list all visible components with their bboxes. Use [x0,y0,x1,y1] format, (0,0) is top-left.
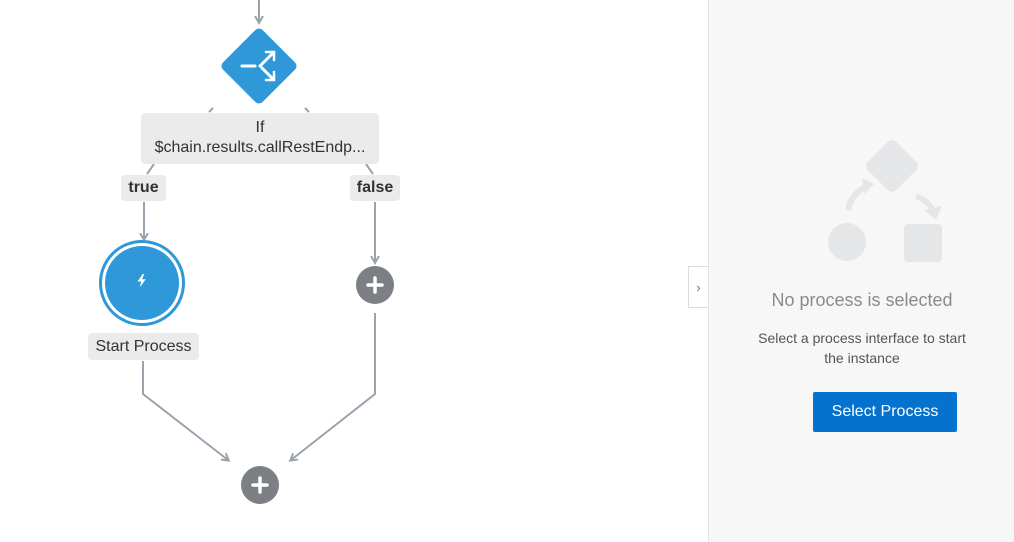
empty-state-title: No process is selected [771,290,953,310]
branch-label-true[interactable]: true [121,175,166,201]
process-panel: No process is selected Select a process … [708,0,1014,542]
branch-label-false[interactable]: false [350,175,400,201]
switch-node[interactable] [219,26,298,105]
add-step-merge-button[interactable] [241,466,279,504]
select-process-button[interactable]: Select Process [813,392,957,432]
connector-if-false [365,163,374,175]
lightning-bolt-icon [137,274,146,288]
connector-diamond-right [304,107,310,113]
flow-canvas: If $chain.results.callRestEndp... true f… [0,0,708,542]
connector-diamond-left [208,107,214,113]
connector-true-merge [142,361,228,460]
if-keyword: If [255,119,265,136]
plus-icon [366,276,384,294]
start-process-node[interactable] [99,240,185,326]
connector-if-true [146,163,155,175]
connector-false-merge [291,313,376,460]
start-process-label: Start Process [88,333,199,360]
chevron-right-icon: › [696,279,701,295]
plus-icon [251,476,269,494]
process-illustration [828,140,942,262]
panel-collapse-toggle[interactable]: › [688,266,708,308]
if-condition: $chain.results.callRestEndp... [154,139,366,156]
add-step-false-button[interactable] [356,266,394,304]
empty-state-description: Select a process interface to start the … [758,330,966,366]
if-node[interactable]: If $chain.results.callRestEndp... [141,113,379,164]
